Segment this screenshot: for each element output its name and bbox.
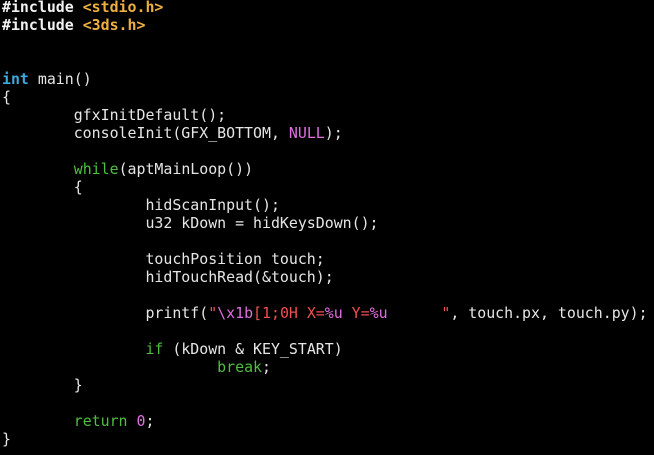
code-token-plain: hidScanInput(); bbox=[2, 196, 280, 214]
code-line: hidTouchRead(&touch); bbox=[2, 268, 334, 286]
code-line: touchPosition touch; bbox=[2, 250, 325, 268]
code-token-plain: , touch.px, touch.py); bbox=[450, 304, 648, 322]
code-token-plain: gfxInitDefault(); bbox=[2, 106, 227, 124]
code-token-plain: } bbox=[2, 430, 11, 448]
code-line: #include <3ds.h> bbox=[2, 16, 145, 34]
code-token-preproc: #include bbox=[2, 0, 83, 16]
code-token-plain: } bbox=[2, 376, 83, 394]
code-token-plain: (aptMainLoop()) bbox=[118, 160, 254, 178]
code-line: int main() bbox=[2, 70, 92, 88]
code-token-string: [1;0H X= bbox=[253, 304, 325, 322]
code-line: consoleInit(GFX_BOTTOM, NULL); bbox=[2, 124, 343, 142]
code-token-plain: u32 kDown = hidKeysDown(); bbox=[2, 214, 379, 232]
code-token-type-keyword: int bbox=[2, 70, 29, 88]
code-token-string: " bbox=[208, 304, 218, 322]
code-line: break; bbox=[2, 358, 271, 376]
code-line: { bbox=[2, 88, 11, 106]
code-token-plain: ; bbox=[262, 358, 271, 376]
code-token-plain: (kDown & KEY_START) bbox=[163, 340, 343, 358]
code-token-plain: { bbox=[2, 88, 11, 106]
code-line: gfxInitDefault(); bbox=[2, 106, 226, 124]
code-editor[interactable]: #include <stdio.h> #include <3ds.h> int ma… bbox=[0, 0, 654, 455]
code-line: u32 kDown = hidKeysDown(); bbox=[2, 214, 379, 232]
code-line: printf("\x1b[1;0H X=%u Y=%u ", touch.px,… bbox=[2, 304, 648, 322]
code-token-control-keyword: break bbox=[217, 358, 262, 376]
code-token-plain: { bbox=[2, 178, 83, 196]
code-token-format: \x1b bbox=[217, 304, 254, 322]
code-token-control-keyword: while bbox=[73, 160, 119, 178]
code-token-plain: printf( bbox=[2, 304, 209, 322]
code-token-header: <stdio.h> bbox=[82, 0, 164, 16]
code-line: if (kDown & KEY_START) bbox=[2, 340, 343, 358]
code-token-header: <3ds.h> bbox=[82, 16, 146, 34]
code-line: } bbox=[2, 376, 83, 394]
code-token-string: Y= bbox=[342, 304, 370, 322]
code-token-format: %u bbox=[369, 304, 388, 322]
code-line: return 0; bbox=[2, 412, 155, 430]
code-token-plain: consoleInit(GFX_BOTTOM, bbox=[2, 124, 289, 142]
code-line: } bbox=[2, 430, 11, 448]
code-token-preproc: #include bbox=[2, 16, 83, 34]
code-token-plain: hidTouchRead(&touch); bbox=[2, 268, 334, 286]
code-token-format: %u bbox=[324, 304, 343, 322]
code-token-plain: ); bbox=[324, 124, 343, 142]
code-line: hidScanInput(); bbox=[2, 196, 280, 214]
code-token-control-keyword: return bbox=[73, 412, 128, 430]
code-token-string: " bbox=[387, 304, 451, 322]
code-token-control-keyword: if bbox=[145, 340, 164, 358]
code-token-plain: touchPosition touch; bbox=[2, 250, 325, 268]
code-line: while(aptMainLoop()) bbox=[2, 160, 253, 178]
code-token-plain: main() bbox=[28, 70, 92, 88]
code-token-plain: ; bbox=[145, 412, 155, 430]
code-line: { bbox=[2, 178, 83, 196]
code-line: #include <stdio.h> bbox=[2, 0, 163, 16]
code-token-constant: NULL bbox=[288, 124, 325, 142]
